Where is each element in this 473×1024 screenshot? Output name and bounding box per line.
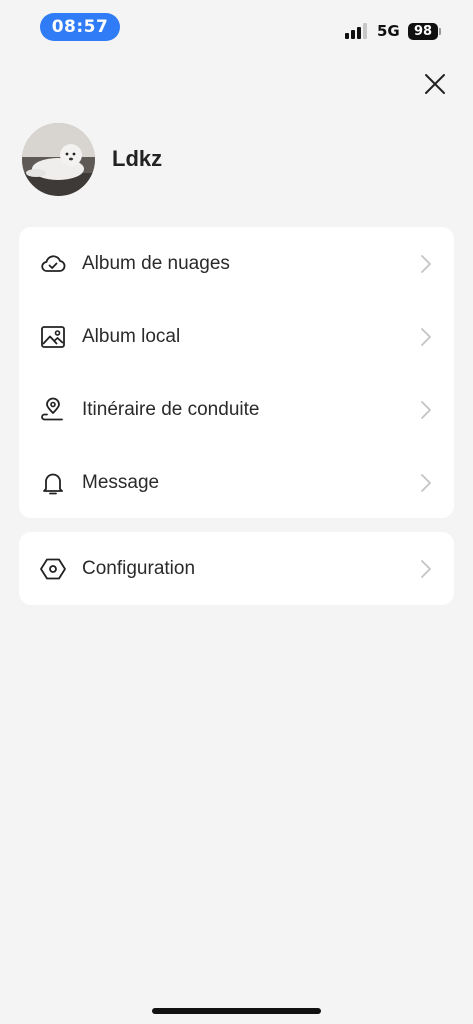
status-bar: 08:57 5G 98 [0,0,473,54]
menu-item-label: Message [82,471,160,493]
battery-icon: 98 [408,23,438,40]
hexagon-settings-icon [40,558,66,579]
signal-icon [345,23,371,39]
menu-item-cloud-album[interactable]: Album de nuages [19,227,454,300]
chevron-right-icon [421,473,431,492]
menu-item-configuration[interactable]: Configuration [19,532,454,605]
avatar-dog-image [22,122,95,196]
home-indicator[interactable] [152,1008,321,1014]
menu-item-local-album[interactable]: Album local [19,300,454,373]
menu-card: Album de nuages Album local Itinéraire d… [19,227,454,518]
avatar[interactable] [22,122,95,196]
location-pin-icon [41,397,63,420]
chevron-right-icon [421,327,431,346]
menu-item-label: Configuration [82,557,196,579]
settings-card: Configuration [19,532,454,605]
image-icon [41,325,65,348]
network-type: 5G [377,22,400,40]
battery-tip [439,28,441,35]
chevron-right-icon [421,559,431,578]
battery-level: 98 [413,24,433,39]
menu-item-label: Album local [82,325,181,347]
bell-icon [43,473,63,494]
chevron-right-icon [421,400,431,419]
menu-item-label: Album de nuages [82,252,230,274]
close-button[interactable] [421,70,449,98]
menu-item-driving-route[interactable]: Itinéraire de conduite [19,373,454,446]
menu-item-label: Itinéraire de conduite [82,398,260,420]
menu-item-message[interactable]: Message [19,446,454,519]
chevron-right-icon [421,254,431,273]
cloud-check-icon [41,254,66,272]
profile-header[interactable]: Ldkz [22,122,162,196]
close-icon [425,74,445,94]
status-time: 08:57 [40,13,120,41]
username: Ldkz [112,146,163,171]
